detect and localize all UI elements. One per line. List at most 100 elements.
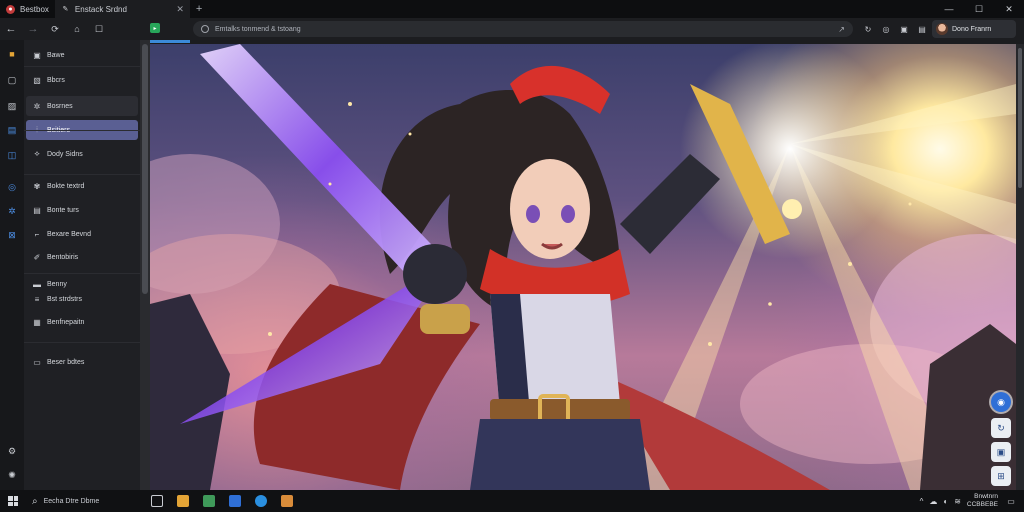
settings-icon[interactable]: ⚙ — [6, 445, 18, 457]
brush-icon: ✎ — [62, 6, 69, 13]
sidebar-item-10[interactable]: ≡ Bst strdstrs — [26, 289, 138, 309]
taskbar-app-browser[interactable] — [248, 490, 274, 512]
globe-icon[interactable]: ◎ — [6, 181, 18, 193]
window-controls: — ☐ ✕ — [934, 0, 1024, 18]
mail-icon — [229, 495, 241, 507]
taskbar-app-mail[interactable] — [222, 490, 248, 512]
bookmark-icon[interactable]: ☐ — [88, 18, 110, 40]
taskbar-app-notes[interactable] — [274, 490, 300, 512]
gallery-icon: ✲ — [33, 101, 41, 111]
reload-button[interactable]: ⟳ — [44, 18, 66, 40]
mouth-shape — [541, 242, 563, 250]
profile-button[interactable]: Dono Franrn — [932, 20, 1016, 38]
refresh-icon[interactable]: ↻ — [860, 21, 876, 37]
glow-orb — [782, 199, 802, 219]
cloud-icon[interactable]: ☁ — [929, 497, 937, 506]
forward-button[interactable]: → — [22, 18, 44, 40]
crop-icon: ▣ — [996, 446, 1006, 457]
sidebar-item-label: Bst strdstrs — [47, 295, 83, 303]
clock-time: Bnwtnrn — [974, 493, 998, 500]
star-icon[interactable]: ↗ — [838, 25, 845, 34]
sidebar-item-label: Bawe — [47, 51, 65, 59]
folder-icon[interactable]: ■ — [6, 48, 18, 60]
palette-icon: ⟡ — [34, 149, 40, 158]
image-icon: ▧ — [33, 75, 41, 85]
sidebar-item-7[interactable]: ⌐ Bexare Bevnd — [26, 224, 138, 244]
volume-icon[interactable]: ◐ — [943, 497, 948, 506]
scrollbar-thumb[interactable] — [1018, 48, 1022, 188]
back-button[interactable]: ← — [0, 18, 22, 40]
notification-icon[interactable]: ▭ — [1004, 494, 1018, 508]
chat-icon[interactable]: ◫ — [6, 149, 18, 161]
eye-shape — [526, 205, 540, 223]
gauntlet-shape — [403, 244, 467, 304]
scrollbar-thumb[interactable] — [142, 44, 148, 294]
doc-icon: ▦ — [33, 317, 41, 327]
sidebar-item-label: Dody Sidns — [47, 150, 83, 158]
minimize-button[interactable]: — — [934, 0, 964, 18]
tab-bestbox[interactable]: ● Bestbox — [0, 0, 55, 18]
image-icon[interactable]: ▣ — [896, 21, 912, 37]
sidebar-item-label: Bbcrs — [47, 76, 65, 84]
assistant-button[interactable]: ◉ — [991, 392, 1011, 412]
extension-icon[interactable]: ▸ — [150, 23, 160, 33]
close-tab-icon[interactable]: ✕ — [176, 4, 184, 15]
address-url: Emtalks tonmend & tstoang — [215, 25, 301, 33]
avatar — [936, 23, 948, 35]
eye-shape — [561, 205, 575, 223]
note-icon: ▬ — [33, 279, 41, 289]
skirt-shape — [470, 419, 650, 490]
tab-icon[interactable]: ▢ — [6, 74, 18, 86]
home-icon[interactable]: ⌂ — [66, 18, 88, 40]
tab-active[interactable]: ✎ Enstack Srdnd ✕ — [54, 0, 190, 18]
browser-icon — [255, 495, 267, 507]
crop-tool-button[interactable]: ▣ — [991, 442, 1011, 462]
grid-icon: ⊞ — [997, 470, 1005, 481]
panel-divider — [24, 130, 140, 131]
sidebar-item-4[interactable]: ⟡ Dody Sidns — [26, 144, 138, 164]
brightness-icon[interactable]: ✺ — [6, 469, 18, 481]
windows-logo-icon — [8, 496, 18, 506]
shield-icon[interactable]: ◎ — [878, 21, 894, 37]
layers-icon[interactable]: ▤ — [6, 124, 18, 136]
sidebar-item-2[interactable]: ✲ Bosrnes — [26, 96, 138, 116]
new-tab-button[interactable]: + — [196, 3, 202, 15]
tab-label: Bestbox — [20, 4, 49, 14]
sidebar-item-label: Benfnepaitn — [47, 318, 85, 326]
clock[interactable]: Bnwtnrn CCBBEBE — [967, 493, 998, 509]
grid-icon[interactable]: ⊠ — [6, 229, 18, 241]
address-bar[interactable]: Emtalks tonmend & tstoang ↗ — [193, 21, 853, 37]
site-info-icon[interactable] — [201, 25, 209, 33]
sidebar-item-11[interactable]: ▦ Benfnepaitn — [26, 312, 138, 332]
image-icon[interactable]: ▨ — [6, 100, 18, 112]
sidebar-item-label: Benny — [47, 280, 67, 288]
sidebar-item-1[interactable]: ▧ Bbcrs — [26, 70, 138, 90]
taskbar-app-explorer[interactable] — [170, 490, 196, 512]
sidebar-item-label: Bexare Bevnd — [47, 230, 91, 238]
folder-icon: ▣ — [33, 50, 41, 60]
close-window-button[interactable]: ✕ — [994, 0, 1024, 18]
sidebar-item-5[interactable]: ✾ Bokte textrd — [26, 176, 138, 196]
sidebar-item-label: Beser bdtes — [47, 358, 85, 366]
sidebar-item-0[interactable]: ▣ Bawe — [26, 45, 138, 65]
chevron-up-icon[interactable]: ^ — [920, 497, 924, 506]
grid-tool-button[interactable]: ⊞ — [991, 466, 1011, 486]
save-icon[interactable]: ▤ — [914, 21, 930, 37]
taskbar: ⌕ Eecha Dtre Dbme ^ ☁ ◐ ≋ Bnwtnrn CCBBEB… — [0, 490, 1024, 512]
wifi-icon[interactable]: ≋ — [954, 497, 961, 506]
task-view-button[interactable] — [144, 490, 170, 512]
sidebar-item-8[interactable]: ✐ Bentobiris — [26, 247, 138, 267]
sidebar-item-label: Bokte textrd — [47, 182, 85, 190]
profile-name: Dono Franrn — [952, 25, 992, 33]
refresh-tool-button[interactable]: ↻ — [991, 418, 1011, 438]
maximize-button[interactable]: ☐ — [964, 0, 994, 18]
start-button[interactable] — [0, 490, 26, 512]
panel-scrollbar[interactable] — [140, 40, 150, 490]
sidebar-item-12[interactable]: ▭ Beser bdtes — [26, 352, 138, 372]
gear-icon[interactable]: ✲ — [6, 205, 18, 217]
icon-rail: ■ ▢ ▨ ▤ ◫ ◎ ✲ ⊠ ⚙ ✺ — [0, 40, 24, 490]
sidebar-item-6[interactable]: ▤ Bonte turs — [26, 200, 138, 220]
taskbar-search[interactable]: ⌕ Eecha Dtre Dbme — [26, 490, 144, 512]
main-scrollbar[interactable] — [1016, 44, 1024, 490]
taskbar-app-store[interactable] — [196, 490, 222, 512]
